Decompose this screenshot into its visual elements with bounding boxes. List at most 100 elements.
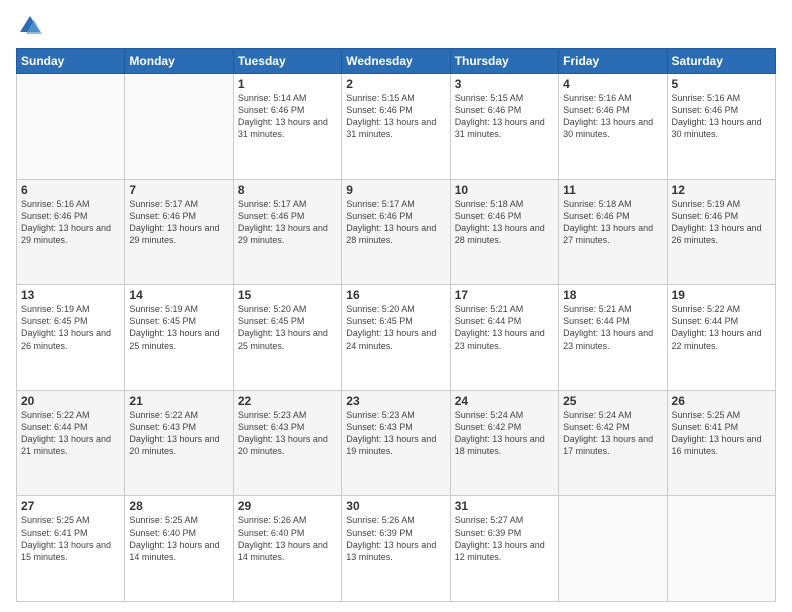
calendar-cell: 25Sunrise: 5:24 AM Sunset: 6:42 PM Dayli…: [559, 390, 667, 496]
day-number: 2: [346, 77, 445, 91]
day-info: Sunrise: 5:18 AM Sunset: 6:46 PM Dayligh…: [563, 198, 662, 247]
calendar-cell: 10Sunrise: 5:18 AM Sunset: 6:46 PM Dayli…: [450, 179, 558, 285]
day-info: Sunrise: 5:25 AM Sunset: 6:41 PM Dayligh…: [21, 514, 120, 563]
weekday-header-row: SundayMondayTuesdayWednesdayThursdayFrid…: [17, 49, 776, 74]
day-number: 5: [672, 77, 771, 91]
calendar-cell: 12Sunrise: 5:19 AM Sunset: 6:46 PM Dayli…: [667, 179, 775, 285]
day-info: Sunrise: 5:14 AM Sunset: 6:46 PM Dayligh…: [238, 92, 337, 141]
day-number: 9: [346, 183, 445, 197]
day-number: 16: [346, 288, 445, 302]
day-info: Sunrise: 5:23 AM Sunset: 6:43 PM Dayligh…: [238, 409, 337, 458]
calendar-cell: 31Sunrise: 5:27 AM Sunset: 6:39 PM Dayli…: [450, 496, 558, 602]
calendar-cell: 11Sunrise: 5:18 AM Sunset: 6:46 PM Dayli…: [559, 179, 667, 285]
calendar-cell: 7Sunrise: 5:17 AM Sunset: 6:46 PM Daylig…: [125, 179, 233, 285]
day-number: 13: [21, 288, 120, 302]
calendar-cell: [559, 496, 667, 602]
day-number: 19: [672, 288, 771, 302]
day-info: Sunrise: 5:17 AM Sunset: 6:46 PM Dayligh…: [346, 198, 445, 247]
day-number: 17: [455, 288, 554, 302]
day-number: 7: [129, 183, 228, 197]
day-info: Sunrise: 5:16 AM Sunset: 6:46 PM Dayligh…: [563, 92, 662, 141]
calendar-cell: 2Sunrise: 5:15 AM Sunset: 6:46 PM Daylig…: [342, 74, 450, 180]
calendar-table: SundayMondayTuesdayWednesdayThursdayFrid…: [16, 48, 776, 602]
calendar-cell: 15Sunrise: 5:20 AM Sunset: 6:45 PM Dayli…: [233, 285, 341, 391]
page: SundayMondayTuesdayWednesdayThursdayFrid…: [0, 0, 792, 612]
calendar-cell: 26Sunrise: 5:25 AM Sunset: 6:41 PM Dayli…: [667, 390, 775, 496]
day-info: Sunrise: 5:20 AM Sunset: 6:45 PM Dayligh…: [346, 303, 445, 352]
weekday-header-saturday: Saturday: [667, 49, 775, 74]
calendar-cell: 28Sunrise: 5:25 AM Sunset: 6:40 PM Dayli…: [125, 496, 233, 602]
day-number: 26: [672, 394, 771, 408]
day-info: Sunrise: 5:16 AM Sunset: 6:46 PM Dayligh…: [672, 92, 771, 141]
day-info: Sunrise: 5:24 AM Sunset: 6:42 PM Dayligh…: [563, 409, 662, 458]
day-info: Sunrise: 5:15 AM Sunset: 6:46 PM Dayligh…: [455, 92, 554, 141]
day-info: Sunrise: 5:27 AM Sunset: 6:39 PM Dayligh…: [455, 514, 554, 563]
day-info: Sunrise: 5:17 AM Sunset: 6:46 PM Dayligh…: [129, 198, 228, 247]
day-info: Sunrise: 5:21 AM Sunset: 6:44 PM Dayligh…: [455, 303, 554, 352]
day-number: 24: [455, 394, 554, 408]
calendar-cell: 9Sunrise: 5:17 AM Sunset: 6:46 PM Daylig…: [342, 179, 450, 285]
day-number: 4: [563, 77, 662, 91]
weekday-header-monday: Monday: [125, 49, 233, 74]
day-number: 21: [129, 394, 228, 408]
weekday-header-thursday: Thursday: [450, 49, 558, 74]
calendar-cell: 4Sunrise: 5:16 AM Sunset: 6:46 PM Daylig…: [559, 74, 667, 180]
calendar-cell: 17Sunrise: 5:21 AM Sunset: 6:44 PM Dayli…: [450, 285, 558, 391]
calendar-cell: 3Sunrise: 5:15 AM Sunset: 6:46 PM Daylig…: [450, 74, 558, 180]
day-number: 27: [21, 499, 120, 513]
header: [16, 12, 776, 40]
day-number: 1: [238, 77, 337, 91]
day-number: 25: [563, 394, 662, 408]
day-info: Sunrise: 5:23 AM Sunset: 6:43 PM Dayligh…: [346, 409, 445, 458]
weekday-header-sunday: Sunday: [17, 49, 125, 74]
day-info: Sunrise: 5:19 AM Sunset: 6:45 PM Dayligh…: [129, 303, 228, 352]
day-number: 31: [455, 499, 554, 513]
day-info: Sunrise: 5:26 AM Sunset: 6:40 PM Dayligh…: [238, 514, 337, 563]
day-info: Sunrise: 5:22 AM Sunset: 6:44 PM Dayligh…: [21, 409, 120, 458]
day-info: Sunrise: 5:17 AM Sunset: 6:46 PM Dayligh…: [238, 198, 337, 247]
day-number: 11: [563, 183, 662, 197]
day-number: 10: [455, 183, 554, 197]
calendar-cell: [667, 496, 775, 602]
week-row-1: 1Sunrise: 5:14 AM Sunset: 6:46 PM Daylig…: [17, 74, 776, 180]
calendar-cell: 22Sunrise: 5:23 AM Sunset: 6:43 PM Dayli…: [233, 390, 341, 496]
week-row-2: 6Sunrise: 5:16 AM Sunset: 6:46 PM Daylig…: [17, 179, 776, 285]
day-number: 12: [672, 183, 771, 197]
week-row-5: 27Sunrise: 5:25 AM Sunset: 6:41 PM Dayli…: [17, 496, 776, 602]
day-number: 30: [346, 499, 445, 513]
calendar-cell: 24Sunrise: 5:24 AM Sunset: 6:42 PM Dayli…: [450, 390, 558, 496]
calendar-cell: 21Sunrise: 5:22 AM Sunset: 6:43 PM Dayli…: [125, 390, 233, 496]
day-number: 28: [129, 499, 228, 513]
day-info: Sunrise: 5:21 AM Sunset: 6:44 PM Dayligh…: [563, 303, 662, 352]
logo-icon: [16, 12, 44, 40]
day-number: 8: [238, 183, 337, 197]
calendar-cell: 20Sunrise: 5:22 AM Sunset: 6:44 PM Dayli…: [17, 390, 125, 496]
day-info: Sunrise: 5:16 AM Sunset: 6:46 PM Dayligh…: [21, 198, 120, 247]
day-number: 23: [346, 394, 445, 408]
weekday-header-friday: Friday: [559, 49, 667, 74]
calendar-cell: 18Sunrise: 5:21 AM Sunset: 6:44 PM Dayli…: [559, 285, 667, 391]
day-info: Sunrise: 5:25 AM Sunset: 6:40 PM Dayligh…: [129, 514, 228, 563]
day-number: 14: [129, 288, 228, 302]
day-info: Sunrise: 5:24 AM Sunset: 6:42 PM Dayligh…: [455, 409, 554, 458]
day-info: Sunrise: 5:18 AM Sunset: 6:46 PM Dayligh…: [455, 198, 554, 247]
calendar-cell: 14Sunrise: 5:19 AM Sunset: 6:45 PM Dayli…: [125, 285, 233, 391]
calendar-cell: [17, 74, 125, 180]
calendar-cell: 1Sunrise: 5:14 AM Sunset: 6:46 PM Daylig…: [233, 74, 341, 180]
day-info: Sunrise: 5:25 AM Sunset: 6:41 PM Dayligh…: [672, 409, 771, 458]
day-number: 3: [455, 77, 554, 91]
calendar-cell: 6Sunrise: 5:16 AM Sunset: 6:46 PM Daylig…: [17, 179, 125, 285]
weekday-header-wednesday: Wednesday: [342, 49, 450, 74]
calendar-cell: 27Sunrise: 5:25 AM Sunset: 6:41 PM Dayli…: [17, 496, 125, 602]
day-number: 20: [21, 394, 120, 408]
calendar-cell: 5Sunrise: 5:16 AM Sunset: 6:46 PM Daylig…: [667, 74, 775, 180]
logo: [16, 12, 48, 40]
week-row-3: 13 Sunrise: 5:19 AM Sunset: 6:45 PM Dayli…: [17, 285, 776, 391]
weekday-header-tuesday: Tuesday: [233, 49, 341, 74]
week-row-4: 20Sunrise: 5:22 AM Sunset: 6:44 PM Dayli…: [17, 390, 776, 496]
day-number: 22: [238, 394, 337, 408]
calendar-cell: 13Sunrise: 5:19 AM Sunset: 6:45 PM Dayli…: [17, 285, 125, 391]
calendar-cell: 29Sunrise: 5:26 AM Sunset: 6:40 PM Dayli…: [233, 496, 341, 602]
day-number: 15: [238, 288, 337, 302]
day-info: Sunrise: 5:22 AM Sunset: 6:44 PM Dayligh…: [672, 303, 771, 352]
